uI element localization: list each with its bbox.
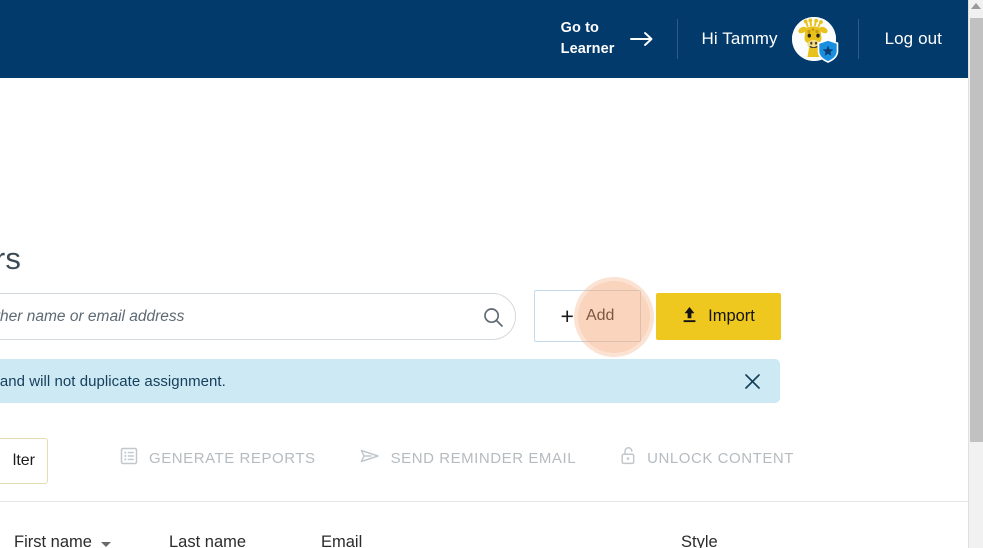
top-nav-right-group: Go to Learner Hi Tammy Log out [561, 0, 968, 78]
column-header-first-name-label: First name [14, 533, 92, 548]
column-header-style[interactable]: Style [681, 533, 718, 548]
filter-button-label: lter [12, 452, 35, 469]
top-navigation-bar: Go to Learner Hi Tammy Log out [0, 0, 968, 78]
search-field-wrapper[interactable] [0, 293, 516, 340]
column-header-first-name[interactable]: First name [14, 533, 111, 548]
generate-reports-action[interactable]: GENERATE REPORTS [120, 447, 360, 470]
send-reminder-email-label: SEND REMINDER EMAIL [390, 449, 577, 467]
unlock-content-action[interactable]: UNLOCK CONTENT [620, 446, 838, 470]
search-icon[interactable] [471, 306, 515, 328]
go-to-learner-label: Go to Learner [560, 20, 615, 57]
bulk-actions-toolbar: GENERATE REPORTS SEND REMINDER EMAIL UNL… [120, 446, 838, 470]
app-root: Go to Learner Hi Tammy Log out rs by eit… [0, 0, 983, 548]
filter-button[interactable]: lter [0, 438, 48, 484]
column-header-last-name[interactable]: Last name [169, 533, 246, 548]
logout-button[interactable]: Log out [859, 29, 968, 49]
vertical-scrollbar-thumb[interactable] [970, 18, 983, 442]
generate-reports-label: GENERATE REPORTS [149, 449, 316, 467]
plus-icon: + [560, 302, 574, 329]
report-list-icon [120, 447, 138, 470]
shield-star-icon [817, 39, 839, 63]
add-button[interactable]: + Add [534, 290, 641, 342]
close-icon[interactable] [724, 373, 780, 390]
greeting-label: Hi Tammy [701, 29, 778, 48]
avatar[interactable] [791, 17, 839, 63]
arrow-right-icon [629, 29, 655, 49]
table-header-row: First name Last name Email Style [0, 533, 968, 548]
import-button[interactable]: Import [656, 293, 781, 340]
send-reminder-email-action[interactable]: SEND REMINDER EMAIL [360, 447, 620, 470]
column-header-style-label: Style [681, 533, 718, 548]
add-button-label: Add [585, 307, 615, 324]
chevron-down-icon [100, 541, 111, 547]
upload-icon [682, 306, 697, 328]
page-content: ners + Add Import [0, 78, 983, 548]
table-top-divider [0, 501, 983, 502]
info-banner: will check for existing learners on Cata… [0, 359, 780, 403]
vertical-scrollbar[interactable] [968, 0, 983, 548]
column-header-email[interactable]: Email [321, 533, 362, 548]
scroll-up-arrow-icon[interactable] [971, 3, 981, 9]
column-header-email-label: Email [321, 533, 363, 548]
import-button-label: Import [708, 307, 755, 325]
unlock-padlock-icon [620, 446, 636, 470]
page-title: ners [0, 241, 22, 276]
user-menu[interactable]: Hi Tammy [678, 17, 858, 63]
send-paperplane-icon [360, 447, 380, 470]
unlock-content-label: UNLOCK CONTENT [647, 449, 794, 467]
info-banner-text: will check for existing learners on Cata… [0, 372, 226, 390]
column-header-last-name-label: Last name [169, 533, 247, 548]
search-input[interactable] [0, 307, 471, 326]
go-to-learner-button[interactable]: Go to Learner [561, 18, 677, 59]
